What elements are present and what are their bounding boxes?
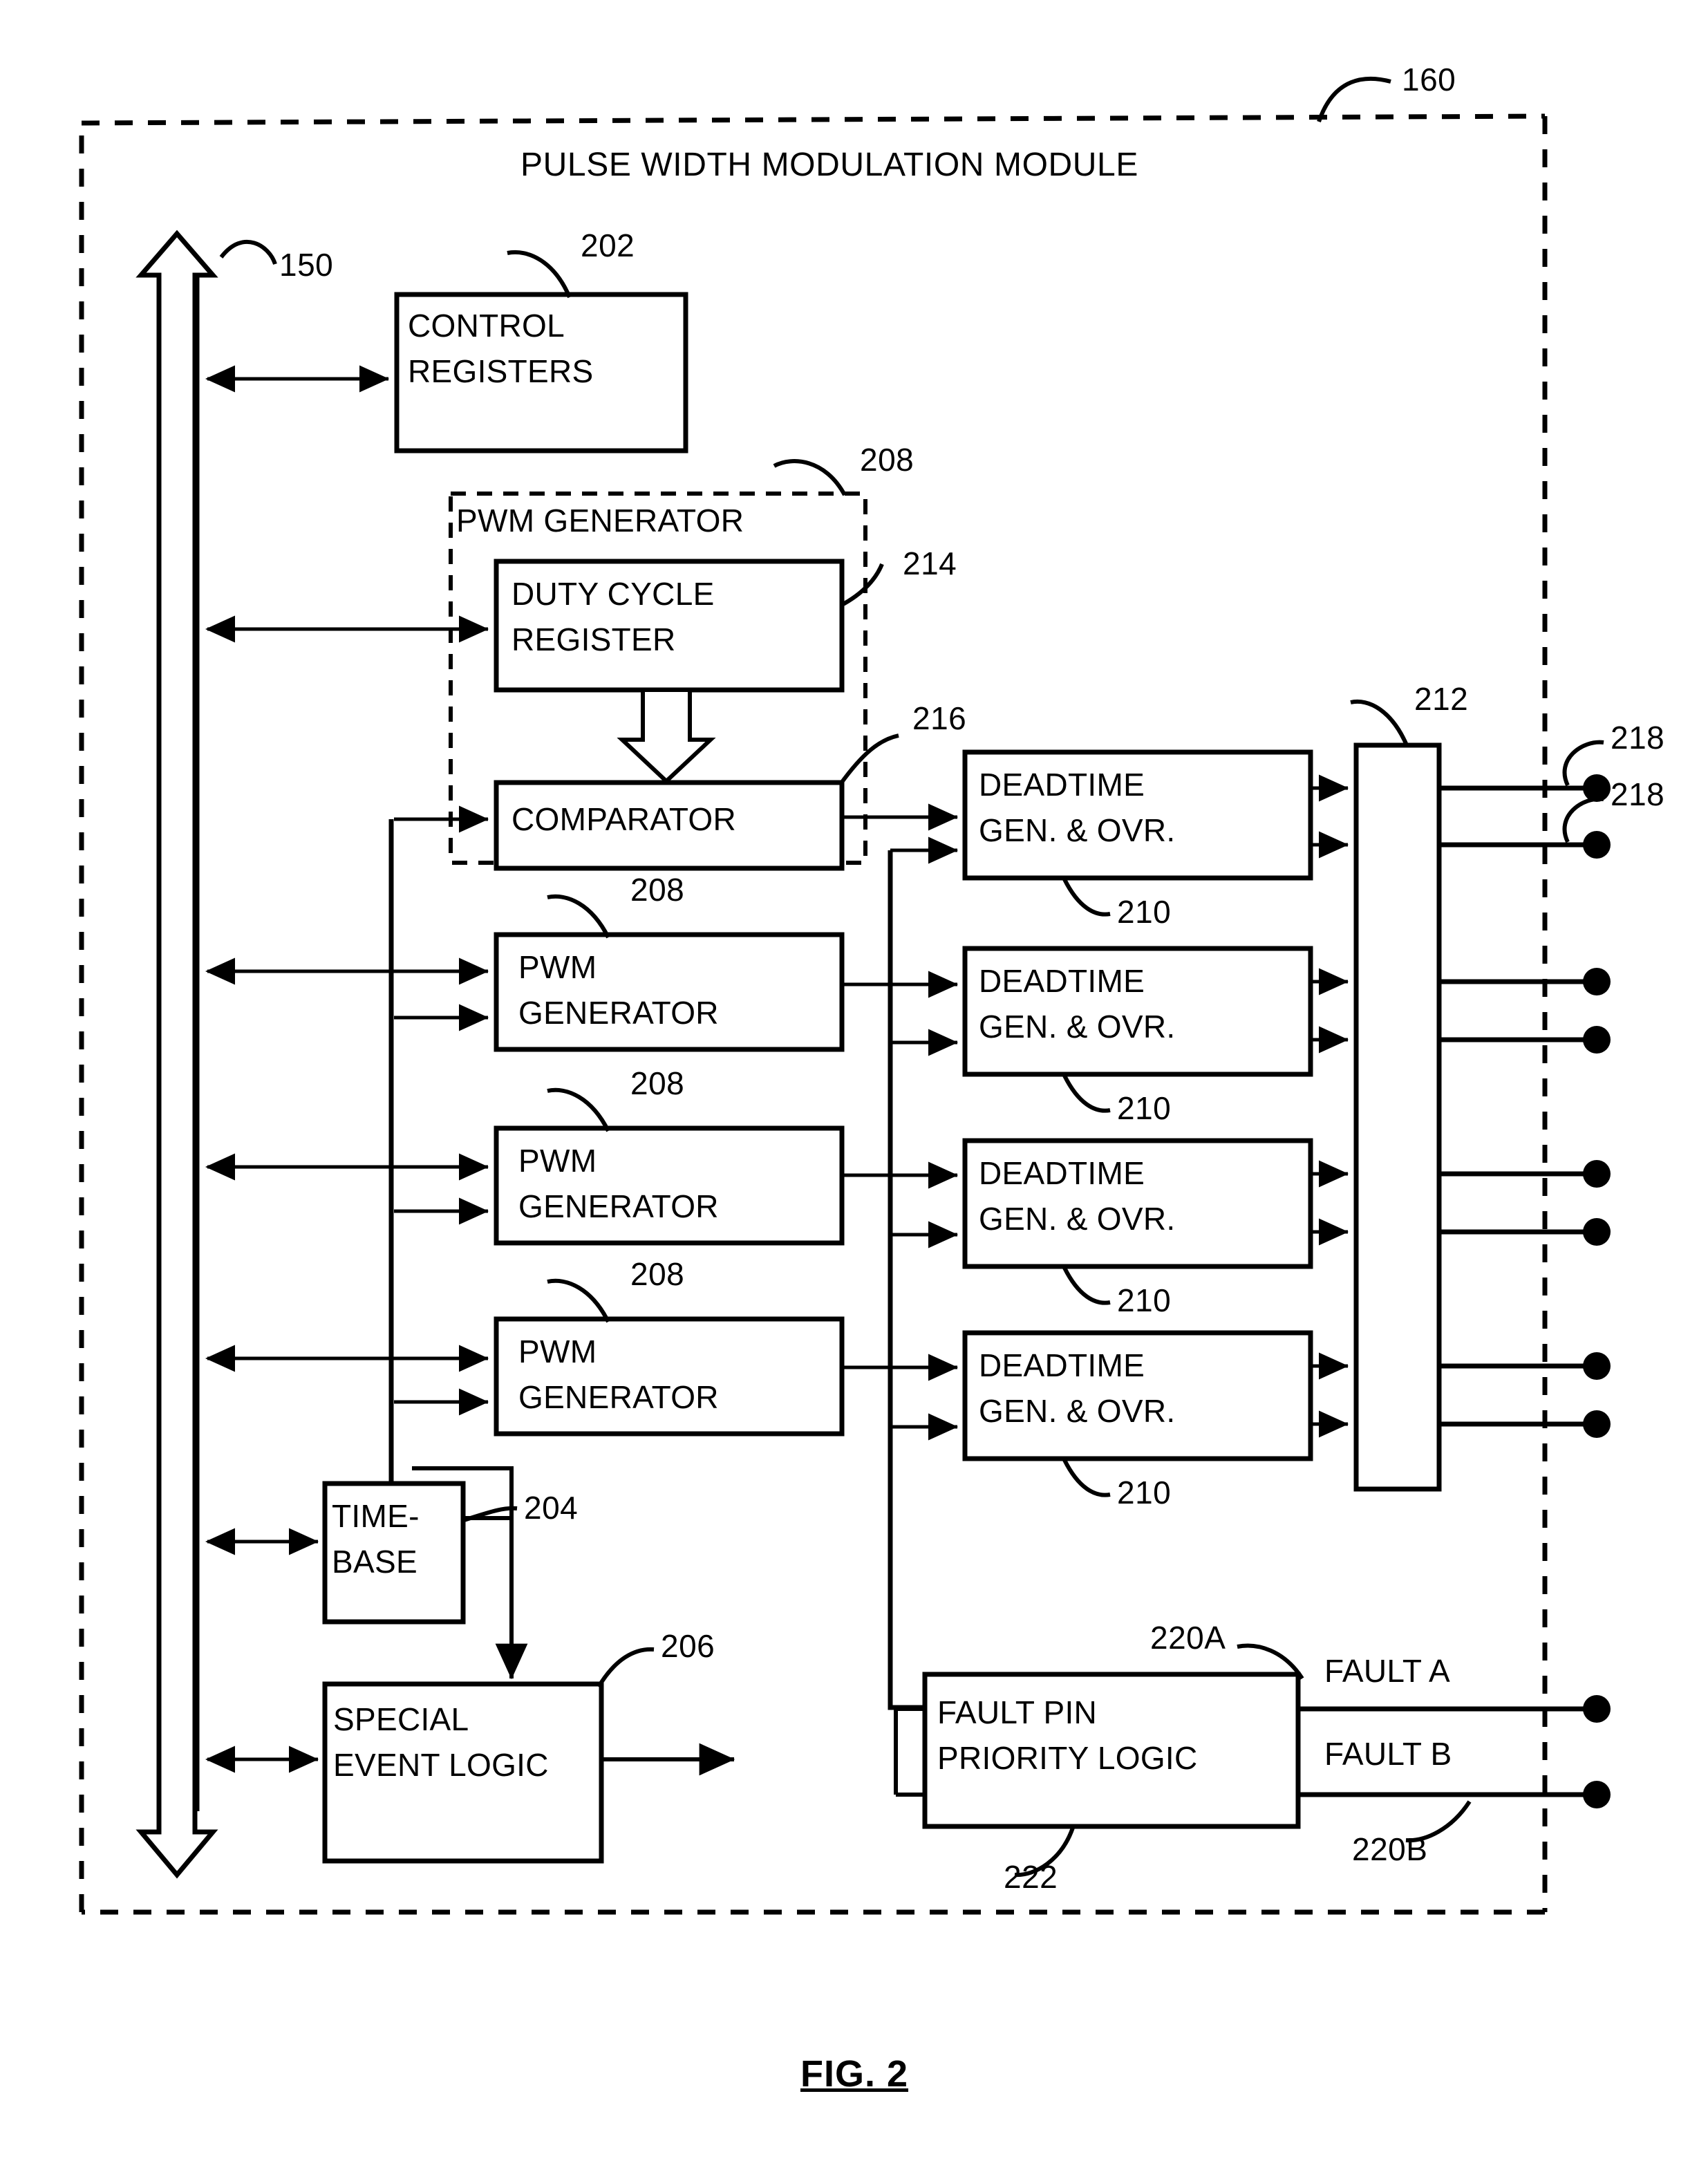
ref-204: 204 xyxy=(524,1490,579,1526)
ref-208-3: 208 xyxy=(630,1065,685,1101)
deadtime-1-line1: DEADTIME xyxy=(979,767,1145,803)
ref-150: 150 xyxy=(279,247,334,283)
ref-210-4: 210 xyxy=(1117,1475,1172,1510)
pwm-output-leads xyxy=(1439,785,1591,1427)
leader-206 xyxy=(597,1647,655,1688)
pwm-output-terminals xyxy=(1583,774,1611,1438)
ref-218-second: 218 xyxy=(1611,776,1665,812)
ref-206: 206 xyxy=(661,1628,715,1664)
ref-210-3: 210 xyxy=(1117,1282,1172,1318)
patent-figure-page: PULSE WIDTH MODULATION MODULE 160 150 CO… xyxy=(0,0,1708,2161)
pwm-generator-4-line2: GENERATOR xyxy=(518,1379,719,1415)
fault-pin-priority-logic-line2: PRIORITY LOGIC xyxy=(937,1740,1198,1776)
ref-214: 214 xyxy=(903,545,957,581)
ref-216: 216 xyxy=(912,700,967,736)
pwm-generator-4-line1: PWM xyxy=(518,1334,597,1369)
deadtime-1-line2: GEN. & OVR. xyxy=(979,812,1176,848)
special-event-logic-line2: EVENT LOGIC xyxy=(333,1747,549,1783)
leader-208-group xyxy=(773,459,847,496)
deadtime-3-line1: DEADTIME xyxy=(979,1155,1145,1191)
pwm-generator-2-line2: GENERATOR xyxy=(518,995,719,1031)
fault-logic-input-stubs xyxy=(894,1707,925,1797)
leader-150 xyxy=(219,239,277,265)
ref-220A: 220A xyxy=(1150,1620,1226,1656)
ref-202: 202 xyxy=(581,227,635,263)
leader-210-2 xyxy=(1062,1074,1111,1113)
duty-cycle-register-line1: DUTY CYCLE xyxy=(512,576,715,612)
leader-216 xyxy=(838,733,899,785)
deadtime-3-line2: GEN. & OVR. xyxy=(979,1201,1176,1237)
ref-220B: 220B xyxy=(1352,1831,1428,1867)
ref-222: 222 xyxy=(1004,1859,1058,1895)
pwm-generator-3-line1: PWM xyxy=(518,1143,597,1179)
fault-b-label: FAULT B xyxy=(1324,1736,1452,1772)
ref-208-2: 208 xyxy=(630,872,685,908)
leader-202 xyxy=(507,250,572,299)
timebase-line2: BASE xyxy=(332,1544,417,1580)
leader-214 xyxy=(839,563,884,608)
ref-208-group: 208 xyxy=(860,442,914,478)
deadtime-4-line2: GEN. & OVR. xyxy=(979,1393,1176,1429)
comparator-label: COMPARATOR xyxy=(512,801,737,837)
box-output-driver xyxy=(1353,742,1442,1492)
leader-212 xyxy=(1350,700,1409,748)
duty-cycle-register-line2: REGISTER xyxy=(512,621,676,657)
pwm-generator-group-label: PWM GENERATOR xyxy=(456,503,744,539)
ref-212: 212 xyxy=(1414,681,1469,717)
system-bus-arrow xyxy=(135,230,218,1879)
leader-208-2 xyxy=(547,894,610,939)
pwm-generator-2-line1: PWM xyxy=(518,949,597,985)
deadtime-2-line2: GEN. & OVR. xyxy=(979,1009,1176,1045)
ref-210-1: 210 xyxy=(1117,894,1172,930)
deadtime-4-line1: DEADTIME xyxy=(979,1347,1145,1383)
leader-208-4 xyxy=(547,1278,610,1323)
deadtime-2-line1: DEADTIME xyxy=(979,963,1145,999)
ref-218-top: 218 xyxy=(1611,720,1665,756)
timebase-line1: TIME- xyxy=(332,1498,420,1534)
diagram-vector-layer xyxy=(79,76,1611,1915)
ref-208-4: 208 xyxy=(630,1256,685,1292)
figure-caption: FIG. 2 xyxy=(800,2053,909,2095)
fault-a-label: FAULT A xyxy=(1324,1653,1450,1689)
leader-210-3 xyxy=(1062,1266,1111,1305)
pwm-generator-3-line2: GENERATOR xyxy=(518,1188,719,1224)
leader-208-3 xyxy=(547,1087,610,1132)
module-title: PULSE WIDTH MODULATION MODULE xyxy=(520,147,1138,183)
fault-output-terminals xyxy=(1583,1695,1611,1808)
special-event-logic-line1: SPECIAL xyxy=(333,1701,469,1737)
fault-distribution-rail xyxy=(888,850,925,1710)
ref-210-2: 210 xyxy=(1117,1090,1172,1126)
control-registers-line1: CONTROL xyxy=(408,308,565,344)
leader-210-4 xyxy=(1062,1459,1111,1497)
control-registers-line2: REGISTERS xyxy=(408,353,594,389)
ref-160: 160 xyxy=(1402,62,1456,97)
fault-pin-priority-logic-line1: FAULT PIN xyxy=(937,1694,1098,1730)
leader-210-1 xyxy=(1062,878,1111,917)
arrow-dcr-to-comparator xyxy=(617,688,716,785)
